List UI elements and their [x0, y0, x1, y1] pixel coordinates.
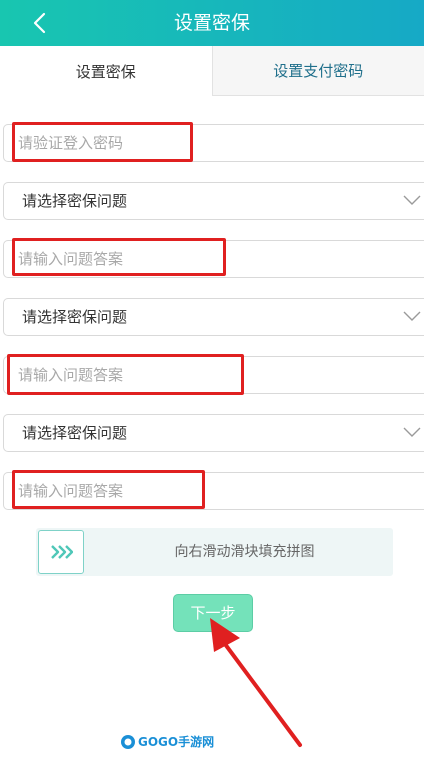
chevron-down-icon: [403, 427, 421, 437]
watermark-text: GOGO手游网: [138, 735, 215, 749]
question-select-label: 请选择密保问题: [22, 192, 128, 210]
answer-field-3: [3, 472, 424, 510]
watermark: GOGO手游网: [120, 733, 214, 750]
next-step-button[interactable]: 下一步: [173, 594, 253, 632]
header-bar: 设置密保: [0, 0, 424, 46]
double-chevron-right-icon: [51, 545, 73, 559]
slider-handle[interactable]: [38, 530, 84, 574]
chevron-down-icon: [403, 311, 421, 321]
chevron-down-icon: [403, 195, 421, 205]
answer-input-1[interactable]: [4, 241, 398, 277]
answer-field-1: [3, 240, 424, 278]
login-password-field: [3, 124, 424, 162]
tab-bar: 设置密保 设置支付密码: [0, 46, 424, 96]
page-title: 设置密保: [173, 12, 250, 34]
question-select-1[interactable]: 请选择密保问题: [3, 182, 424, 220]
question-select-2[interactable]: 请选择密保问题: [3, 298, 424, 336]
question-select-label: 请选择密保问题: [22, 308, 128, 326]
question-select-label: 请选择密保问题: [22, 424, 128, 442]
answer-input-3[interactable]: [4, 473, 398, 509]
slider-instruction: 向右滑动滑块填充拼图: [174, 544, 315, 560]
slider-captcha: 向右滑动滑块填充拼图: [36, 528, 393, 576]
login-password-input[interactable]: [4, 125, 398, 161]
tab-security-questions[interactable]: 设置密保: [0, 46, 212, 96]
answer-input-2[interactable]: [4, 357, 398, 393]
tab-payment-password[interactable]: 设置支付密码: [211, 46, 424, 96]
question-select-3[interactable]: 请选择密保问题: [3, 414, 424, 452]
gogo-logo-icon: [121, 734, 135, 749]
answer-field-2: [3, 356, 424, 394]
